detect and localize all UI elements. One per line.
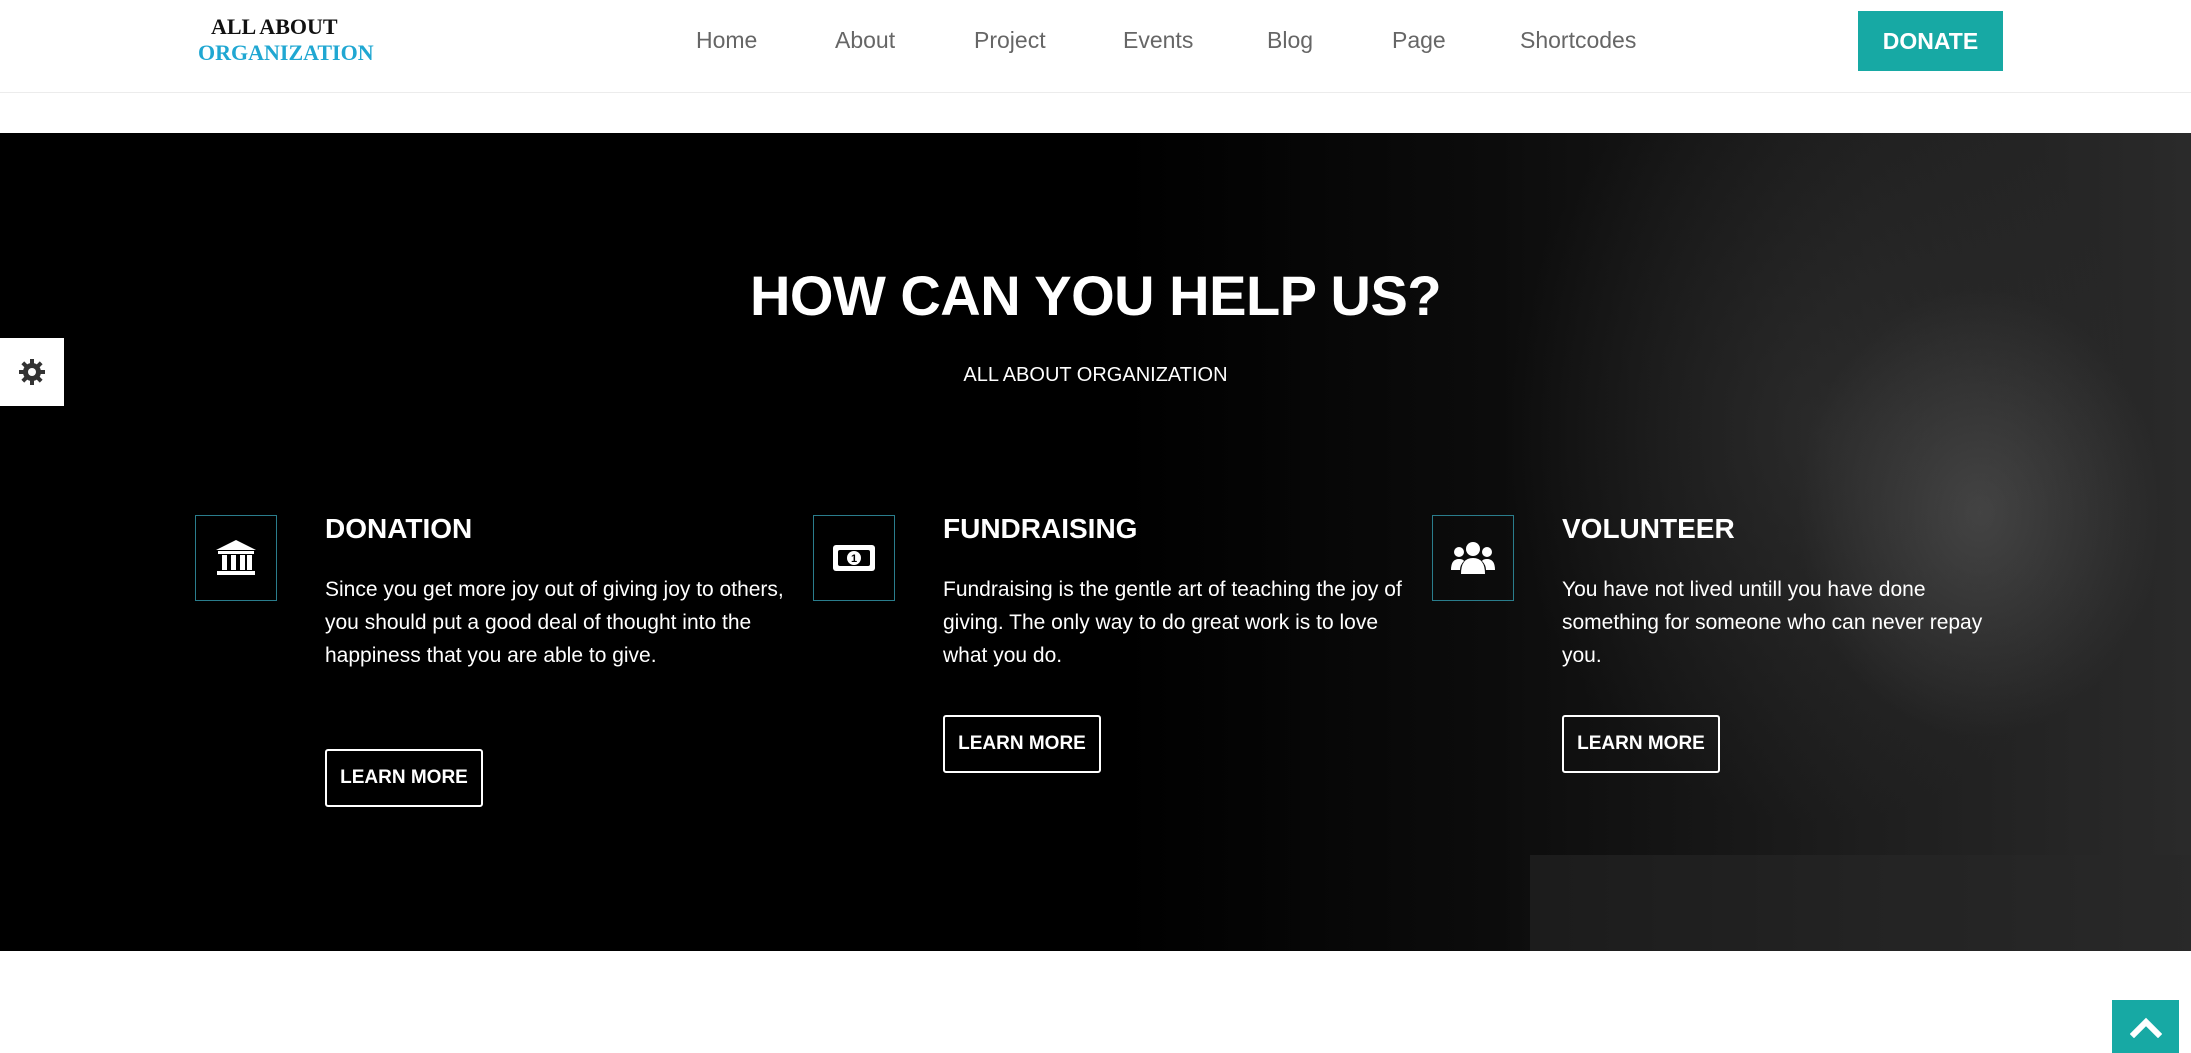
bank-icon — [195, 515, 277, 601]
nav-project[interactable]: Project — [974, 22, 1046, 58]
settings-gear-button[interactable] — [0, 338, 64, 406]
logo-line-1: ALL ABOUT — [211, 14, 338, 39]
nav-home[interactable]: Home — [696, 22, 757, 58]
card-title: VOLUNTEER — [1562, 513, 1735, 544]
card-text: You have not lived untill you have done … — [1562, 578, 1983, 667]
card-title: DONATION — [325, 513, 473, 544]
help-section: HOW CAN YOU HELP US? ALL ABOUT ORGANIZAT… — [0, 133, 2191, 951]
logo-line-2: ORGANIZATION — [198, 40, 374, 65]
section-subtitle: ALL ABOUT ORGANIZATION — [963, 364, 1228, 386]
nav-about[interactable]: About — [835, 22, 895, 58]
card-title: FUNDRAISING — [943, 513, 1138, 544]
scroll-to-top-button[interactable] — [2112, 1000, 2179, 1053]
learn-more-button[interactable]: LEARN MORE — [943, 715, 1101, 773]
hero-photo-strip — [1530, 855, 2191, 951]
gear-icon — [19, 359, 45, 385]
card-text: Since you get more joy out of giving joy… — [325, 578, 784, 667]
site-header: ALL ABOUT ORGANIZATION Home About Projec… — [0, 0, 2191, 93]
learn-more-button[interactable]: LEARN MORE — [325, 749, 483, 807]
chevron-up-icon — [2129, 1017, 2162, 1038]
card-text: Fundraising is the gentle art of teachin… — [943, 578, 1402, 667]
svg-text:1: 1 — [851, 553, 857, 565]
users-icon — [1432, 515, 1514, 601]
learn-more-button[interactable]: LEARN MORE — [1562, 715, 1720, 773]
nav-blog[interactable]: Blog — [1267, 22, 1313, 58]
donate-button[interactable]: DONATE — [1858, 11, 2003, 71]
money-icon: 1 — [813, 515, 895, 601]
nav-page[interactable]: Page — [1392, 22, 1446, 58]
site-logo[interactable]: ALL ABOUT ORGANIZATION — [198, 14, 374, 66]
nav-events[interactable]: Events — [1123, 22, 1193, 58]
section-title: HOW CAN YOU HELP US? — [749, 264, 1442, 327]
nav-shortcodes[interactable]: Shortcodes — [1520, 22, 1636, 58]
